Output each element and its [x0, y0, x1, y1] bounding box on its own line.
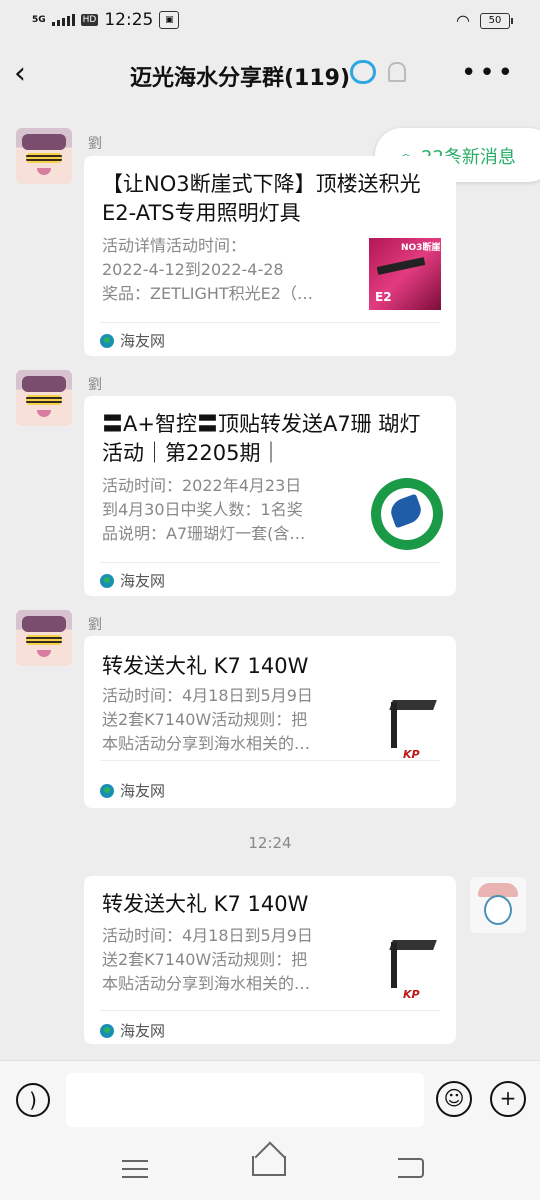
- chat-timestamp: 12:24: [248, 834, 292, 852]
- card-divider: [100, 760, 440, 761]
- network-label: 5G: [32, 14, 46, 25]
- card-description: 活动详情活动时间： 2022-4-12到2022-4-28 奖品：ZETLIGH…: [102, 236, 313, 303]
- sender-name: 劉: [88, 136, 102, 152]
- thumb-text: KP: [403, 988, 420, 1001]
- card-thumbnail: NO3断崖 E2: [369, 238, 441, 310]
- card-source: 海友网: [100, 780, 165, 801]
- system-nav-bar: [0, 1140, 540, 1200]
- notification-icon: ▣: [159, 11, 180, 29]
- battery-icon: 50: [480, 12, 513, 29]
- card-source: 海友网: [100, 330, 165, 351]
- card-divider: [100, 562, 440, 563]
- thumb-text: NO3断崖: [401, 243, 441, 253]
- card-title: 转发送大礼 K7 140W: [102, 892, 309, 916]
- card-description: 活动时间：4月18日到5月9日 送2套K7140W活动规则：把 本贴活动分享到海…: [102, 686, 313, 753]
- card-title: 〓A+智控〓顶贴转发送A7珊 瑚灯活动｜第2205期｜: [102, 412, 421, 465]
- more-dots-icon[interactable]: •••: [461, 60, 516, 86]
- card-source: 海友网: [100, 1020, 165, 1041]
- card-thumbnail: [371, 478, 443, 550]
- status-bar: 5G HD 12:25 ▣ ◠ 50: [0, 0, 540, 42]
- card-thumbnail: KP: [371, 932, 443, 1004]
- link-card[interactable]: 〓A+智控〓顶贴转发送A7珊 瑚灯活动｜第2205期｜ 活动时间：2022年4月…: [84, 396, 456, 596]
- plus-icon[interactable]: +: [490, 1081, 526, 1117]
- source-label: 海友网: [120, 332, 166, 350]
- source-label: 海友网: [120, 782, 166, 800]
- sender-name: 劉: [88, 377, 102, 393]
- group-chat-icon: [350, 60, 376, 84]
- chat-title: 迈光海水分享群(119): [130, 66, 351, 91]
- hd-badge: HD: [80, 14, 99, 26]
- card-description: 活动时间：2022年4月23日 到4月30日中奖人数：1名奖 品说明：A7珊瑚灯…: [102, 476, 306, 543]
- voice-icon[interactable]: ): [16, 1083, 50, 1117]
- avatar[interactable]: [16, 128, 72, 184]
- source-label: 海友网: [120, 572, 166, 590]
- source-logo-icon: [100, 783, 114, 798]
- avatar[interactable]: [16, 610, 72, 666]
- emoji-icon[interactable]: ☺: [436, 1081, 472, 1117]
- card-thumbnail: KP: [371, 692, 443, 764]
- mute-bell-icon: [388, 62, 406, 82]
- source-label: 海友网: [120, 1022, 166, 1040]
- chat-header: ‹ 迈光海水分享群(119) •••: [0, 42, 540, 108]
- avatar[interactable]: [16, 370, 72, 426]
- status-time: 12:25: [104, 10, 154, 30]
- link-card[interactable]: 转发送大礼 K7 140W 活动时间：4月18日到5月9日 送2套K7140W活…: [84, 636, 456, 808]
- sender-name: 劉: [88, 617, 102, 633]
- link-card[interactable]: 转发送大礼 K7 140W 活动时间：4月18日到5月9日 送2套K7140W活…: [84, 876, 456, 1044]
- message-input[interactable]: [66, 1073, 424, 1127]
- back-arrow-icon[interactable]: ‹: [14, 56, 44, 92]
- avatar-self[interactable]: [470, 877, 526, 933]
- title-icons: [350, 60, 406, 84]
- card-description: 活动时间：4月18日到5月9日 送2套K7140W活动规则：把 本贴活动分享到海…: [102, 926, 313, 993]
- signal-icon: [51, 14, 75, 26]
- menu-icon[interactable]: [122, 1160, 148, 1178]
- source-logo-icon: [100, 333, 114, 348]
- card-divider: [100, 322, 440, 323]
- thumb-text: E2: [375, 290, 392, 304]
- back-icon[interactable]: [398, 1158, 424, 1178]
- card-title: 【让NO3断崖式下降】顶楼送积光E2-ATS专用照明灯具: [102, 172, 421, 225]
- source-logo-icon: [100, 1023, 114, 1038]
- link-card[interactable]: 【让NO3断崖式下降】顶楼送积光E2-ATS专用照明灯具 活动详情活动时间： 2…: [84, 156, 456, 356]
- source-logo-icon: [100, 573, 114, 588]
- home-icon[interactable]: [252, 1156, 286, 1176]
- card-divider: [100, 1010, 440, 1011]
- card-title: 转发送大礼 K7 140W: [102, 654, 309, 678]
- input-bar: ) ☺ +: [0, 1060, 540, 1141]
- status-left: 5G HD 12:25 ▣: [32, 10, 180, 30]
- wifi-icon: ◠: [456, 11, 470, 30]
- card-source: 海友网: [100, 570, 165, 591]
- status-right: ◠ 50: [456, 11, 513, 30]
